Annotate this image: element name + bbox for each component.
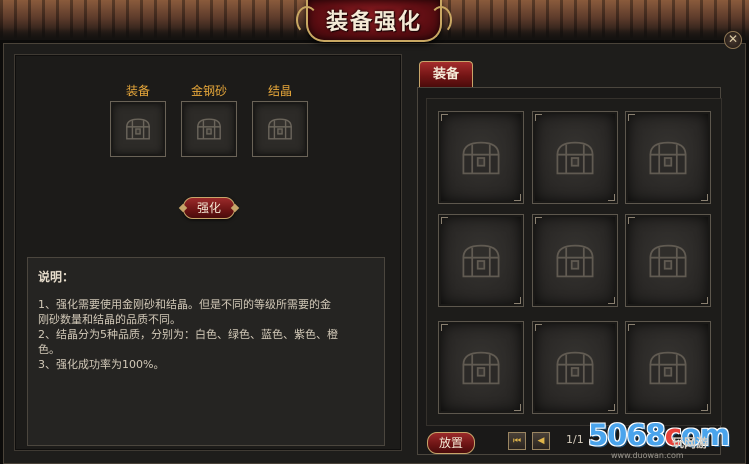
description-line: 2、结晶分为5种品质，分别为：白色、绿色、蓝色、紫色、橙 [38, 328, 338, 341]
place-button[interactable]: 放置 [427, 432, 475, 454]
crystal-slot[interactable] [252, 101, 308, 157]
chest-icon [646, 242, 690, 280]
chest-icon [195, 117, 223, 141]
chest-icon [459, 242, 503, 280]
inventory-slot[interactable] [438, 111, 524, 204]
chest-icon [459, 139, 503, 177]
title-plaque: 装备强化 [296, 0, 452, 42]
inventory-slot[interactable] [438, 321, 524, 414]
first-page-icon: ⏮ [512, 436, 522, 446]
chest-icon [459, 349, 503, 387]
emery-slot[interactable] [181, 101, 237, 157]
page-indicator: 1/1 [566, 433, 584, 446]
emery-slot-label: 金钢砂 [190, 84, 227, 98]
inventory-slot[interactable] [625, 111, 711, 204]
chest-icon [553, 349, 597, 387]
description-title: 说明： [38, 270, 75, 284]
inventory-slot[interactable] [625, 321, 711, 414]
chest-icon [266, 117, 294, 141]
inventory-slot[interactable] [532, 214, 618, 307]
strengthen-button[interactable]: 强化 [183, 197, 235, 219]
crystal-slot-label: 结晶 [267, 84, 292, 98]
chest-icon [553, 139, 597, 177]
chest-icon [646, 349, 690, 387]
description-line: 色。 [38, 343, 60, 356]
chest-icon [553, 242, 597, 280]
inventory-slot[interactable] [625, 214, 711, 307]
description-box: 说明： 1、强化需要使用金刚砂和结晶。但是不同的等级所需要的金 刚砂数量和结晶的… [27, 257, 385, 446]
prev-page-icon: ◀ [537, 436, 545, 446]
chest-icon [124, 117, 152, 141]
equip-slot-label: 装备 [125, 84, 150, 98]
chest-icon [646, 139, 690, 177]
close-button[interactable]: ✕ [724, 31, 742, 49]
tab-equipment[interactable]: 装备 [419, 61, 473, 87]
watermark-domain: www.duowan.com [611, 451, 684, 460]
inventory-slot[interactable] [438, 214, 524, 307]
description-line: 1、强化需要使用金刚砂和结晶。但是不同的等级所需要的金 [38, 298, 331, 311]
inventory-slot[interactable] [532, 321, 618, 414]
window-title: 装备强化 [325, 9, 422, 35]
watermark-cn: 玩网游 [672, 436, 709, 450]
close-icon: ✕ [727, 32, 739, 46]
equip-slot[interactable] [110, 101, 166, 157]
description-line: 刚砂数量和结晶的品质不同。 [38, 313, 181, 326]
prev-page-button[interactable]: ◀ [532, 432, 550, 450]
inventory-slot[interactable] [532, 111, 618, 204]
description-line: 3、强化成功率为100%。 [38, 358, 165, 371]
first-page-button[interactable]: ⏮ [508, 432, 526, 450]
